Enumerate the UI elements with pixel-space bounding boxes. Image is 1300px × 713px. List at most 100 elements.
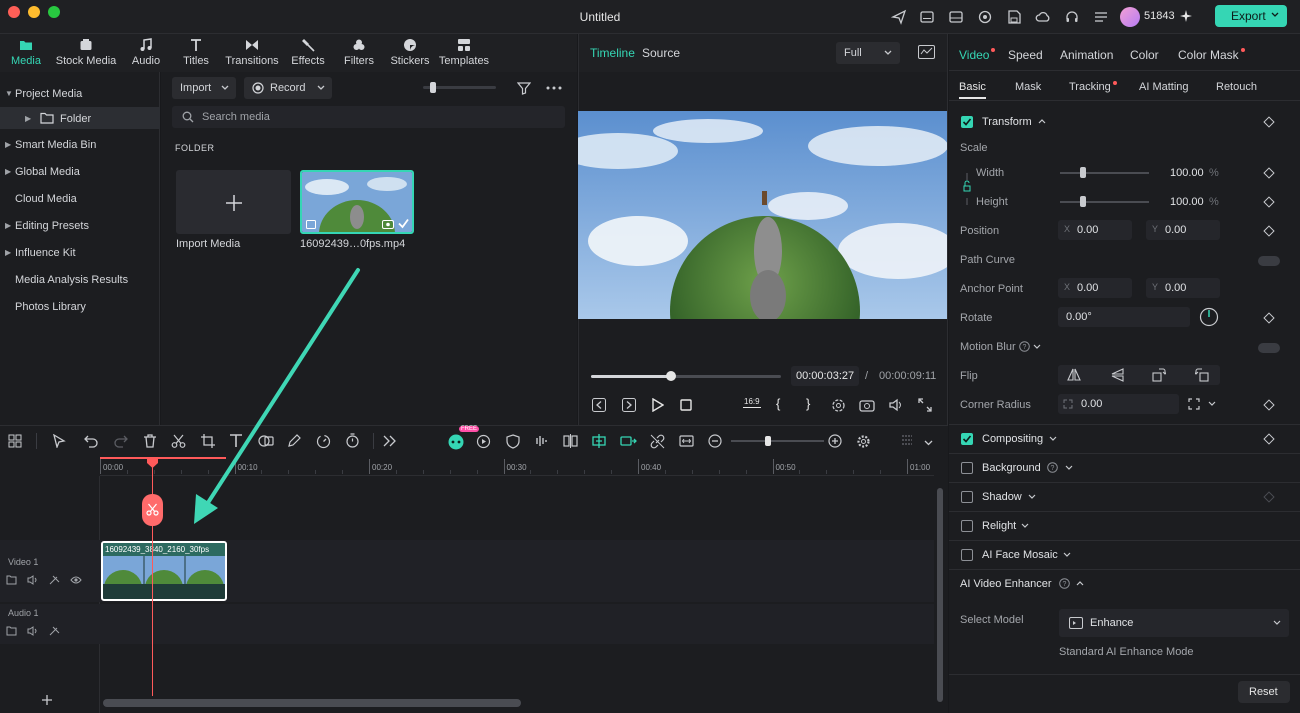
- avatar[interactable]: [1120, 7, 1140, 27]
- tab-stickers[interactable]: Stickers: [388, 38, 432, 70]
- timeline-zoom-slider-handle[interactable]: [765, 436, 771, 446]
- tab-templates[interactable]: Templates: [438, 38, 490, 70]
- save-icon[interactable]: [1006, 9, 1022, 25]
- reset-button[interactable]: Reset: [1238, 681, 1290, 703]
- current-time-field[interactable]: 00:00:03:27: [791, 366, 859, 386]
- nav-project-media[interactable]: ▼ Project Media: [0, 82, 160, 104]
- path-curve-toggle[interactable]: [1258, 256, 1280, 266]
- help-icon[interactable]: ?: [1019, 341, 1030, 352]
- search-media-input[interactable]: Search media: [172, 106, 565, 128]
- nav-editing-presets[interactable]: ▶ Editing Presets: [0, 214, 160, 236]
- import-media-tile[interactable]: [176, 170, 291, 234]
- fit-timeline-icon[interactable]: [679, 434, 694, 448]
- subtab-retouch[interactable]: Retouch: [1216, 81, 1257, 93]
- chevron-down-icon[interactable]: [1028, 494, 1036, 500]
- sparkle-icon[interactable]: [1180, 10, 1192, 22]
- chevron-up-icon[interactable]: [1038, 118, 1046, 124]
- timeline-zoom-slider[interactable]: [731, 440, 824, 442]
- preview-quality-select[interactable]: Full: [836, 42, 900, 64]
- snapshot-camera-icon[interactable]: [859, 398, 875, 412]
- unlink-icon[interactable]: [650, 434, 665, 449]
- height-value[interactable]: 100.00: [1170, 196, 1204, 208]
- anchor-y-input[interactable]: Y 0.00: [1146, 278, 1220, 298]
- rotate-dial-icon[interactable]: [1199, 307, 1219, 327]
- timeline-settings-gear-icon[interactable]: [856, 434, 871, 449]
- nav-media-analysis-results[interactable]: Media Analysis Results: [0, 268, 160, 290]
- corner-radius-input[interactable]: 0.00: [1058, 394, 1179, 414]
- menu-icon[interactable]: [1093, 9, 1109, 25]
- horizontal-scrollbar-thumb[interactable]: [103, 699, 521, 707]
- record-dropdown-button[interactable]: Record: [244, 77, 332, 99]
- more-options-icon[interactable]: [546, 86, 562, 90]
- tab-titles[interactable]: Titles: [176, 38, 216, 70]
- chevron-down-icon[interactable]: [924, 440, 933, 446]
- lock-track-icon[interactable]: [49, 575, 60, 585]
- rotate-counterclockwise-icon[interactable]: [1195, 368, 1209, 382]
- help-icon[interactable]: ?: [1059, 578, 1070, 589]
- render-settings-icon[interactable]: [831, 398, 846, 413]
- position-y-input[interactable]: Y 0.00: [1146, 220, 1220, 240]
- delete-icon[interactable]: [143, 434, 157, 448]
- undo-icon[interactable]: [84, 434, 99, 448]
- tab-animation[interactable]: Animation: [1060, 48, 1113, 62]
- chevron-up-icon[interactable]: [1076, 580, 1084, 586]
- mark-in-icon[interactable]: {: [776, 396, 780, 411]
- chevron-down-icon[interactable]: [1208, 401, 1216, 407]
- relight-checkbox[interactable]: [961, 520, 973, 532]
- tab-media[interactable]: Media: [6, 38, 46, 70]
- nav-folder[interactable]: ▶ Folder: [0, 107, 160, 129]
- anchor-x-input[interactable]: X 0.00: [1058, 278, 1132, 298]
- nav-photos-library[interactable]: Photos Library: [0, 295, 160, 317]
- nav-smart-media-bin[interactable]: ▶ Smart Media Bin: [0, 133, 160, 155]
- tab-color-mask[interactable]: Color Mask: [1178, 48, 1245, 62]
- tab-stock-media[interactable]: Stock Media: [54, 38, 118, 70]
- layout-icon[interactable]: [948, 9, 964, 25]
- grid-layout-icon[interactable]: [8, 434, 22, 448]
- flip-horizontal-icon[interactable]: [1067, 368, 1081, 382]
- subtab-basic[interactable]: Basic: [959, 81, 986, 93]
- vertical-scrollbar-thumb[interactable]: [937, 488, 943, 702]
- corner-mode-icon[interactable]: [1188, 398, 1200, 410]
- nav-influence-kit[interactable]: ▶ Influence Kit: [0, 241, 160, 263]
- redo-icon[interactable]: [113, 434, 128, 448]
- folder-track-icon[interactable]: [6, 575, 17, 585]
- position-x-input[interactable]: X 0.00: [1058, 220, 1132, 240]
- lock-track-icon[interactable]: [49, 626, 60, 636]
- speaker-icon[interactable]: [27, 575, 38, 585]
- ai-face-mosaic-checkbox[interactable]: [961, 549, 973, 561]
- keyboard-icon[interactable]: [919, 9, 935, 25]
- send-icon[interactable]: [891, 9, 907, 25]
- shadow-checkbox[interactable]: [961, 491, 973, 503]
- double-chevron-right-icon[interactable]: [383, 435, 396, 447]
- aspect-ratio-button[interactable]: 16:9: [743, 396, 761, 408]
- zoom-out-icon[interactable]: [708, 434, 722, 448]
- select-tool-icon[interactable]: [52, 434, 66, 448]
- tab-transitions[interactable]: Transitions: [224, 38, 280, 70]
- auto-ripple-icon[interactable]: [620, 433, 637, 449]
- compositing-checkbox[interactable]: [961, 433, 973, 445]
- mark-out-icon[interactable]: }: [806, 396, 810, 411]
- rotate-input[interactable]: 0.00°: [1058, 307, 1190, 327]
- cloud-upload-icon[interactable]: [1035, 9, 1051, 25]
- tab-color[interactable]: Color: [1130, 48, 1159, 62]
- speaker-icon[interactable]: [27, 626, 38, 636]
- subtab-mask[interactable]: Mask: [1015, 81, 1041, 93]
- width-value[interactable]: 100.00: [1170, 167, 1204, 179]
- tab-filters[interactable]: Filters: [339, 38, 379, 70]
- chevron-down-icon[interactable]: [1063, 552, 1071, 558]
- nav-cloud-media[interactable]: Cloud Media: [0, 187, 160, 209]
- beat-sync-icon[interactable]: [535, 434, 549, 448]
- width-slider-handle[interactable]: [1080, 167, 1086, 178]
- volume-icon[interactable]: [888, 398, 904, 412]
- next-frame-icon[interactable]: [622, 398, 636, 412]
- video-preview[interactable]: [578, 111, 947, 319]
- thumbnail-size-slider-handle[interactable]: [430, 82, 436, 93]
- video-clip[interactable]: 16092439_3840_2160_30fps: [101, 541, 227, 601]
- ai-copilot-icon[interactable]: [447, 433, 465, 450]
- tab-timeline[interactable]: Timeline: [590, 46, 635, 60]
- tab-video[interactable]: Video: [959, 48, 996, 62]
- import-dropdown-button[interactable]: Import: [172, 77, 236, 99]
- width-slider[interactable]: [1060, 172, 1149, 174]
- zoom-in-icon[interactable]: [828, 434, 842, 448]
- fullscreen-icon[interactable]: [918, 398, 932, 412]
